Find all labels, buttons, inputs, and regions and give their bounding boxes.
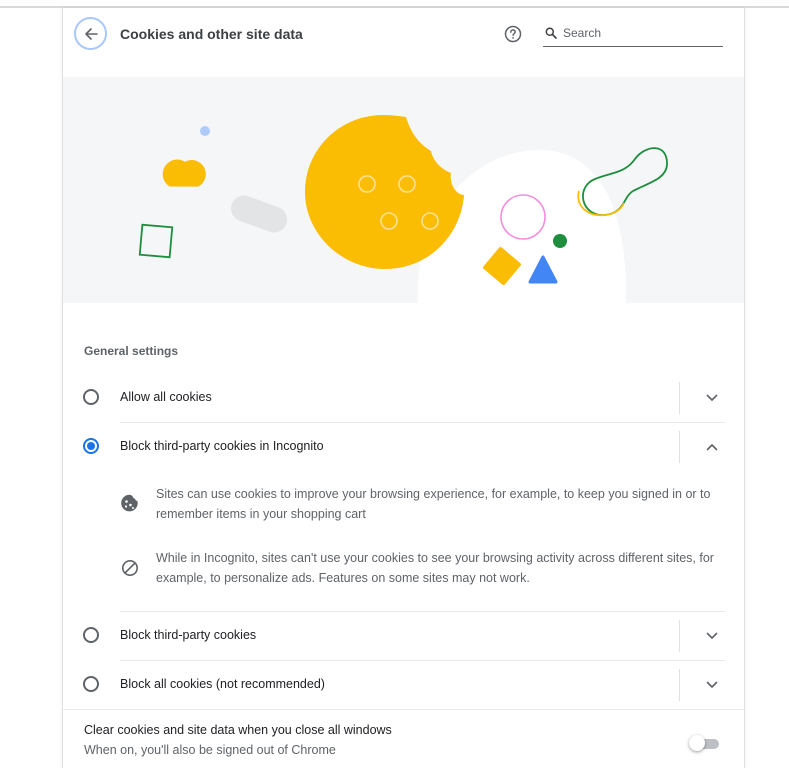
cookie-illustration: [63, 77, 744, 303]
chevron-up-icon: [706, 444, 718, 451]
row-separator: [679, 382, 680, 414]
radio-block-third-party[interactable]: [83, 627, 99, 643]
chevron-down-icon: [706, 632, 718, 639]
search-input[interactable]: [563, 24, 713, 42]
detail-text: Sites can use cookies to improve your br…: [156, 487, 711, 521]
arrow-back-icon: [84, 27, 98, 40]
cookie-option-allow-all[interactable]: Allow all cookies: [63, 374, 744, 422]
cookie-option-block-third-party[interactable]: Block third-party cookies: [63, 612, 744, 660]
row-separator: [679, 431, 680, 463]
radio-block-incognito[interactable]: [83, 438, 99, 454]
help-circle-icon[interactable]: [504, 25, 522, 43]
cookie-shape: [305, 115, 464, 269]
blue-dot: [200, 126, 210, 136]
page-header: Cookies and other site data: [63, 8, 744, 77]
green-square-outline: [138, 223, 174, 259]
chevron-down-icon: [706, 681, 718, 688]
grey-capsule: [230, 195, 288, 233]
option-label: Block third-party cookies: [120, 628, 257, 642]
cookie-illustration-graphic: [138, 115, 668, 303]
expand-button[interactable]: [703, 389, 721, 407]
section-divider: [63, 709, 744, 710]
green-dot: [553, 234, 567, 248]
search-field[interactable]: [543, 22, 723, 47]
detail-text: While in Incognito, sites can't use your…: [156, 551, 714, 585]
settings-card: Cookies and other site data Search Gener…: [62, 8, 745, 768]
radio-allow-all[interactable]: [83, 389, 99, 405]
clear-on-exit-toggle[interactable]: [689, 735, 721, 751]
row-separator: [679, 620, 680, 652]
back-button[interactable]: [74, 17, 107, 50]
yellow-half-circle: [162, 159, 206, 187]
cookie-icon: [121, 494, 138, 512]
clear-on-exit-subtitle: When on, you'll also be signed out of Ch…: [84, 743, 336, 757]
option-label: Block third-party cookies in Incognito: [120, 439, 324, 453]
cookie-option-block-all[interactable]: Block all cookies (not recommended): [63, 661, 744, 709]
collapse-button[interactable]: [703, 438, 721, 456]
search-icon: [545, 27, 557, 39]
option-label: Block all cookies (not recommended): [120, 677, 325, 691]
page-title: Cookies and other site data: [120, 26, 303, 42]
expand-button[interactable]: [703, 676, 721, 694]
clear-on-exit-title: Clear cookies and site data when you clo…: [84, 723, 392, 737]
option-label: Allow all cookies: [120, 390, 212, 404]
cookie-option-block-incognito[interactable]: Block third-party cookies in Incognito: [63, 423, 744, 471]
expand-button[interactable]: [703, 627, 721, 645]
row-separator: [679, 669, 680, 701]
general-settings-title: General settings: [84, 344, 179, 358]
chevron-down-icon: [706, 394, 718, 401]
radio-block-all[interactable]: [83, 676, 99, 692]
block-icon: [122, 560, 138, 576]
toggle-knob: [689, 735, 705, 751]
